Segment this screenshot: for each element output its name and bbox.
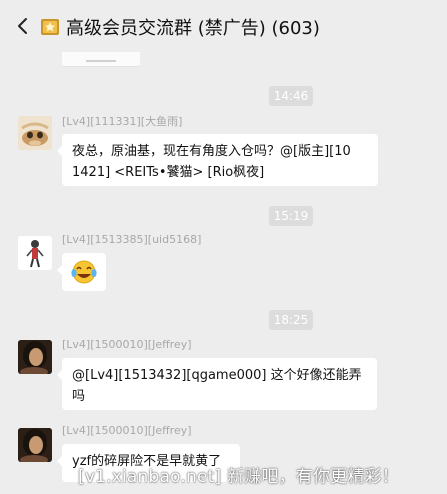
- message-bubble[interactable]: 夜总，原油基，现在有角度入仓吗？@[版主][10 1421] <REITs•饕猫…: [57, 134, 378, 186]
- group-badge-icon: [41, 19, 59, 35]
- timestamp: 15:19: [269, 206, 313, 226]
- sender-name: [Lv4][111331][大鱼雨]: [62, 115, 183, 128]
- laughing-crying-emoji-icon: [71, 260, 97, 284]
- timestamp: 14:46: [269, 86, 313, 106]
- sender-name: [Lv4][1500010][Jeffrey]: [62, 424, 192, 437]
- avatar-image: [18, 116, 52, 150]
- avatar-image: [18, 340, 52, 374]
- back-arrow-icon[interactable]: [14, 16, 32, 36]
- timestamp: 18:25: [269, 310, 313, 330]
- message-bubble[interactable]: @[Lv4][1513432][qgame000] 这个好像还能弄 吗: [57, 358, 377, 410]
- avatar-image: [18, 428, 52, 462]
- sender-name: [Lv4][1513385][uid5168]: [62, 233, 202, 246]
- sender-name: [Lv4][1500010][Jeffrey]: [62, 338, 192, 351]
- chat-header: 高级会员交流群 (禁广告) (603): [0, 0, 447, 52]
- avatar[interactable]: [18, 116, 52, 150]
- watermark-text: [v1.xianbao.net] 新赚吧，有你更精彩！: [78, 467, 399, 487]
- avatar[interactable]: [18, 236, 52, 270]
- chat-title: 高级会员交流群 (禁广告) (603): [66, 18, 320, 39]
- message-bubble[interactable]: [57, 253, 106, 291]
- avatar[interactable]: [18, 428, 52, 462]
- image-message-partial[interactable]: [62, 52, 140, 67]
- avatar[interactable]: [18, 340, 52, 374]
- avatar-image: [18, 236, 52, 270]
